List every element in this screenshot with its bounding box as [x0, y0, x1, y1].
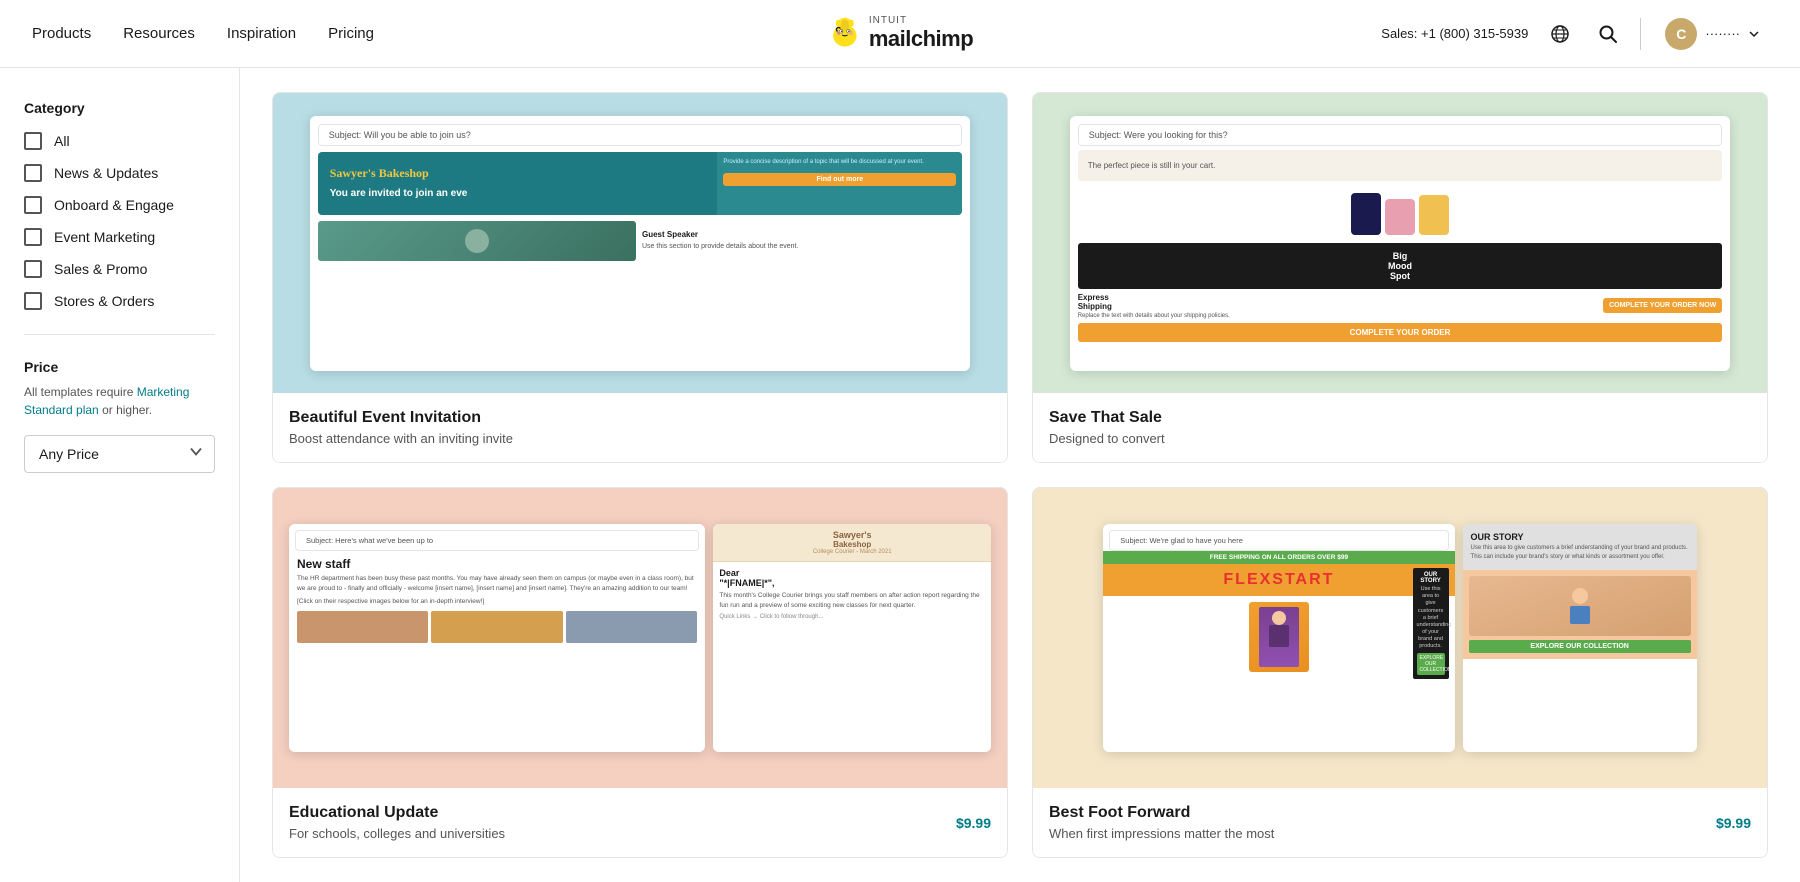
- category-news-updates[interactable]: News & Updates: [24, 164, 215, 182]
- category-all[interactable]: All: [24, 132, 215, 150]
- template-price-educational: $9.99: [956, 815, 991, 831]
- bakeshop-panel: Sawyer's Bakeshop College Courier - Marc…: [713, 524, 991, 752]
- checkbox-stores[interactable]: [24, 292, 42, 310]
- template-preview-sale: Subject: Were you looking for this? The …: [1033, 93, 1767, 393]
- template-price-flexstart: $9.99: [1716, 815, 1751, 831]
- template-desc-sale: Designed to convert: [1049, 431, 1751, 446]
- newsletter-subject: Subject: Here's what we've been up to: [295, 530, 699, 551]
- checkbox-event[interactable]: [24, 228, 42, 246]
- email-mockup-event: Subject: Will you be able to join us? Sa…: [310, 116, 971, 371]
- price-note: All templates require Marketing Standard…: [24, 383, 215, 419]
- sidebar-divider: [24, 334, 215, 335]
- template-title-educational: Educational Update: [289, 804, 505, 822]
- category-sales-label: Sales & Promo: [54, 261, 147, 277]
- template-info-flexstart: Best Foot Forward When first impressions…: [1033, 788, 1767, 857]
- logo-text: mailchimp: [869, 26, 973, 52]
- email-mockup-sale: Subject: Were you looking for this? The …: [1070, 116, 1731, 371]
- header-actions: Sales: +1 (800) 315-5939 C ········: [1381, 14, 1768, 54]
- template-info-educational: Educational Update For schools, colleges…: [273, 788, 1007, 857]
- user-menu-button[interactable]: C ········: [1657, 14, 1768, 54]
- template-desc-event: Boost attendance with an inviting invite: [289, 431, 991, 446]
- category-event-marketing[interactable]: Event Marketing: [24, 228, 215, 246]
- chevron-down-icon: [1748, 28, 1760, 40]
- template-preview-event: Subject: Will you be able to join us? Sa…: [273, 93, 1007, 393]
- sales-number: Sales: +1 (800) 315-5939: [1381, 26, 1528, 41]
- template-card-event-invitation[interactable]: Subject: Will you be able to join us? Sa…: [272, 92, 1008, 463]
- header: Products Resources Inspiration Pricing I…: [0, 0, 1800, 68]
- main-layout: Category All News & Updates Onboard & En…: [0, 68, 1800, 882]
- template-desc-flexstart: When first impressions matter the most: [1049, 826, 1274, 841]
- category-list: All News & Updates Onboard & Engage Even…: [24, 132, 215, 310]
- template-gallery: Subject: Will you be able to join us? Sa…: [240, 68, 1800, 882]
- template-grid: Subject: Will you be able to join us? Sa…: [272, 92, 1768, 858]
- category-stores-orders[interactable]: Stores & Orders: [24, 292, 215, 310]
- newsletter-panel: Subject: Here's what we've been up to Ne…: [289, 524, 705, 752]
- main-nav: Products Resources Inspiration Pricing: [32, 25, 374, 42]
- template-card-flexstart[interactable]: Subject: We're glad to have you here FRE…: [1032, 487, 1768, 858]
- nav-inspiration[interactable]: Inspiration: [227, 25, 296, 42]
- our-story-panel: OUR STORY Use this area to give customer…: [1463, 524, 1697, 752]
- category-news-label: News & Updates: [54, 165, 158, 181]
- logo[interactable]: INTUIT mailchimp: [827, 15, 973, 52]
- category-onboard-engage[interactable]: Onboard & Engage: [24, 196, 215, 214]
- template-title-event: Beautiful Event Invitation: [289, 409, 991, 427]
- template-desc-educational: For schools, colleges and universities: [289, 826, 505, 841]
- category-sales-promo[interactable]: Sales & Promo: [24, 260, 215, 278]
- mailchimp-icon: [827, 16, 863, 52]
- template-info-event: Beautiful Event Invitation Boost attenda…: [273, 393, 1007, 462]
- template-preview-educational: Subject: Here's what we've been up to Ne…: [273, 488, 1007, 788]
- price-title: Price: [24, 359, 215, 375]
- category-title: Category: [24, 100, 215, 116]
- category-stores-label: Stores & Orders: [54, 293, 154, 309]
- user-name: ········: [1705, 26, 1740, 41]
- category-section: Category All News & Updates Onboard & En…: [24, 100, 215, 310]
- email-subject-event: Subject: Will you be able to join us?: [318, 124, 963, 146]
- price-section: Price All templates require Marketing St…: [24, 359, 215, 473]
- search-button[interactable]: [1592, 18, 1624, 50]
- email-subject-sale: Subject: Were you looking for this?: [1078, 124, 1723, 146]
- checkbox-sales[interactable]: [24, 260, 42, 278]
- category-event-label: Event Marketing: [54, 229, 155, 245]
- logo-brand: INTUIT: [869, 15, 973, 26]
- price-select[interactable]: Any PriceFree$9.99: [24, 435, 215, 473]
- header-divider: [1640, 18, 1641, 50]
- template-info-sale: Save That Sale Designed to convert: [1033, 393, 1767, 462]
- checkbox-news[interactable]: [24, 164, 42, 182]
- flexstart-subject: Subject: We're glad to have you here: [1109, 530, 1448, 551]
- template-card-educational[interactable]: Subject: Here's what we've been up to Ne…: [272, 487, 1008, 858]
- price-select-wrapper: Any PriceFree$9.99: [24, 435, 215, 473]
- search-icon: [1598, 24, 1618, 44]
- globe-icon: [1550, 24, 1570, 44]
- template-title-flexstart: Best Foot Forward: [1049, 804, 1274, 822]
- category-onboard-label: Onboard & Engage: [54, 197, 174, 213]
- globe-button[interactable]: [1544, 18, 1576, 50]
- category-all-label: All: [54, 133, 70, 149]
- nav-products[interactable]: Products: [32, 25, 91, 42]
- user-avatar: C: [1665, 18, 1697, 50]
- nav-pricing[interactable]: Pricing: [328, 25, 374, 42]
- template-title-sale: Save That Sale: [1049, 409, 1751, 427]
- nav-resources[interactable]: Resources: [123, 25, 195, 42]
- template-preview-flexstart: Subject: We're glad to have you here FRE…: [1033, 488, 1767, 788]
- sidebar: Category All News & Updates Onboard & En…: [0, 68, 240, 882]
- checkbox-onboard[interactable]: [24, 196, 42, 214]
- template-card-save-sale[interactable]: Subject: Were you looking for this? The …: [1032, 92, 1768, 463]
- checkbox-all[interactable]: [24, 132, 42, 150]
- flexstart-panel: Subject: We're glad to have you here FRE…: [1103, 524, 1454, 752]
